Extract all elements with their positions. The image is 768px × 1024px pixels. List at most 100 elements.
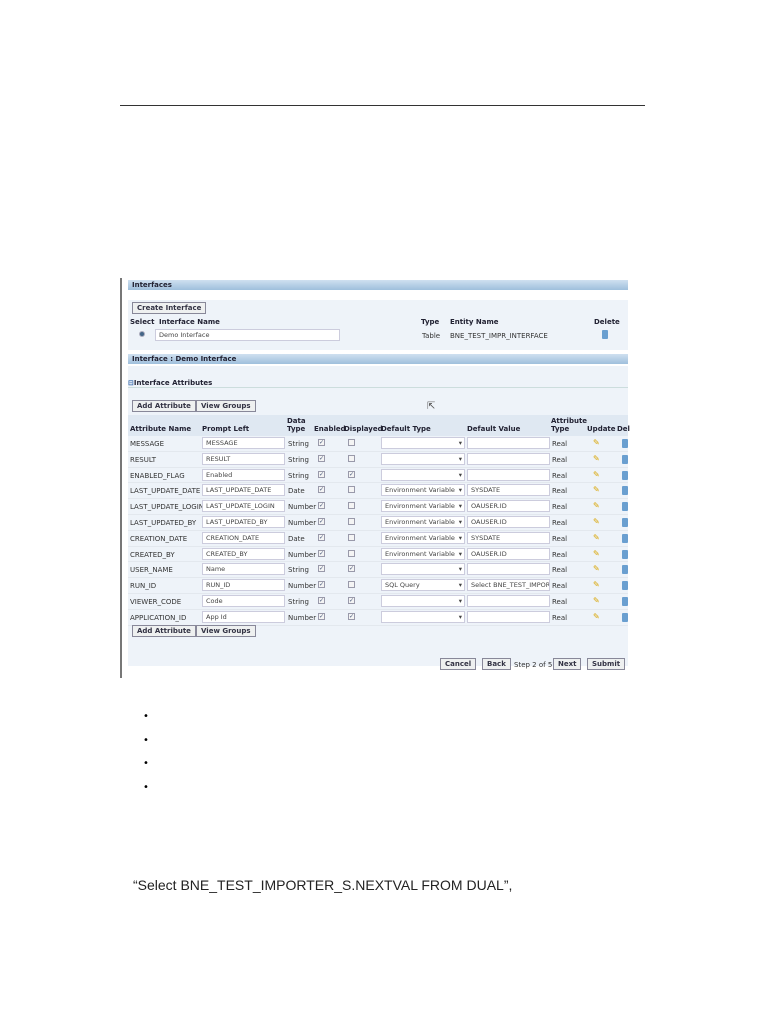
displayed-checkbox[interactable] <box>348 518 355 525</box>
delete-trash-icon[interactable] <box>622 486 628 496</box>
default-type-select[interactable]: ▾ <box>381 595 465 607</box>
enabled-checkbox[interactable]: ✓ <box>318 612 325 620</box>
delete-trash-icon[interactable] <box>622 597 628 606</box>
back-button[interactable]: Back <box>482 658 511 670</box>
step-indicator: Step 2 of 5 <box>514 661 553 669</box>
displayed-checkbox[interactable]: ✓ <box>348 612 355 620</box>
delete-trash-icon[interactable] <box>622 470 628 480</box>
update-pencil-icon[interactable]: ✎ <box>593 501 600 510</box>
default-value-input[interactable] <box>467 437 550 449</box>
enabled-checkbox[interactable]: ✓ <box>318 518 325 525</box>
enabled-checkbox[interactable]: ✓ <box>318 470 325 478</box>
prompt-left-input[interactable]: App Id <box>202 610 285 623</box>
update-pencil-icon[interactable]: ✎ <box>593 485 600 494</box>
prompt-left-input[interactable]: LAST_UPDATE_LOGIN <box>202 500 285 513</box>
default-type-select[interactable]: ▾ <box>381 437 465 449</box>
prompt-left-input[interactable]: Name <box>202 563 285 576</box>
displayed-checkbox[interactable]: ✓ <box>348 597 355 604</box>
default-type-select[interactable]: Environment Variable ▾ <box>381 547 465 560</box>
displayed-checkbox[interactable] <box>348 502 355 510</box>
delete-trash-icon[interactable] <box>622 581 628 591</box>
delete-trash-icon[interactable] <box>622 565 628 575</box>
next-button[interactable]: Next <box>553 658 582 670</box>
view-groups-button-bottom[interactable]: View Groups <box>196 625 256 637</box>
update-pencil-icon[interactable]: ✎ <box>593 549 600 558</box>
displayed-checkbox[interactable]: ✓ <box>348 565 355 573</box>
interface-attributes-section[interactable]: ⊟Interface Attributes <box>128 379 628 388</box>
bullet-2: • <box>143 735 149 746</box>
default-type-select[interactable]: ▾ <box>381 563 465 576</box>
add-attribute-button-bottom[interactable]: Add Attribute <box>132 625 196 637</box>
prompt-left-input[interactable]: RESULT <box>202 452 285 465</box>
update-pencil-icon[interactable]: ✎ <box>593 470 600 479</box>
default-value-input[interactable]: OAUSER.ID <box>467 547 550 560</box>
delete-trash-icon[interactable] <box>622 533 628 543</box>
enabled-checkbox[interactable]: ✓ <box>318 597 325 604</box>
prompt-left-input[interactable]: CREATION_DATE <box>202 531 285 544</box>
prompt-left-input[interactable]: LAST_UPDATE_DATE <box>202 484 285 497</box>
displayed-checkbox[interactable] <box>348 533 355 541</box>
prompt-left-input[interactable]: LAST_UPDATED_BY <box>202 516 285 528</box>
delete-trash-icon[interactable] <box>622 454 628 464</box>
displayed-checkbox[interactable] <box>348 581 355 589</box>
update-pencil-icon[interactable]: ✎ <box>593 596 600 605</box>
default-value-input[interactable] <box>467 452 550 465</box>
default-type-select[interactable]: Environment Variable ▾ <box>381 531 465 544</box>
select-radio[interactable] <box>139 331 145 337</box>
delete-trash-icon[interactable] <box>622 518 628 527</box>
enabled-checkbox[interactable]: ✓ <box>318 533 325 541</box>
update-pencil-icon[interactable]: ✎ <box>593 517 600 526</box>
enabled-checkbox[interactable]: ✓ <box>318 581 325 589</box>
default-value-input[interactable]: OAUSER.ID <box>467 516 550 528</box>
cancel-button[interactable]: Cancel <box>440 658 477 670</box>
add-attribute-button-top[interactable]: Add Attribute <box>132 400 196 412</box>
default-type-select[interactable]: Environment Variable ▾ <box>381 484 465 497</box>
delete-trash-icon[interactable] <box>622 439 628 448</box>
update-pencil-icon[interactable]: ✎ <box>593 533 600 542</box>
default-type-select[interactable]: SQL Query ▾ <box>381 579 465 592</box>
update-pencil-icon[interactable]: ✎ <box>593 580 600 589</box>
prompt-left-input[interactable]: Code <box>202 595 285 607</box>
default-type-select[interactable]: Environment Variable ▾ <box>381 516 465 528</box>
displayed-checkbox[interactable] <box>348 486 355 494</box>
displayed-checkbox[interactable] <box>348 549 355 557</box>
default-type-select[interactable]: ▾ <box>381 468 465 481</box>
col-default-value: Default Value <box>467 425 521 433</box>
submit-button[interactable]: Submit <box>587 658 626 670</box>
displayed-checkbox[interactable]: ✓ <box>348 470 355 478</box>
delete-trash-icon[interactable] <box>622 502 628 512</box>
default-value-input[interactable] <box>467 610 550 623</box>
default-value-input[interactable] <box>467 468 550 481</box>
default-type-select[interactable]: ▾ <box>381 452 465 465</box>
delete-interface-icon[interactable] <box>602 330 608 339</box>
enabled-checkbox[interactable]: ✓ <box>318 454 325 462</box>
interface-name-input[interactable]: Demo Interface <box>155 329 340 341</box>
update-pencil-icon[interactable]: ✎ <box>593 564 600 573</box>
default-value-input[interactable]: SYSDATE <box>467 531 550 544</box>
default-value-input[interactable] <box>467 595 550 607</box>
displayed-checkbox[interactable] <box>348 454 355 462</box>
default-type-select[interactable]: ▾ <box>381 610 465 623</box>
delete-trash-icon[interactable] <box>622 612 628 622</box>
prompt-left-input[interactable]: RUN_ID <box>202 579 285 592</box>
displayed-checkbox[interactable] <box>348 439 355 446</box>
default-value-input[interactable]: OAUSER.ID <box>467 500 550 513</box>
enabled-checkbox[interactable]: ✓ <box>318 439 325 446</box>
view-groups-button-top[interactable]: View Groups <box>196 400 256 412</box>
enabled-checkbox[interactable]: ✓ <box>318 565 325 573</box>
default-value-input[interactable] <box>467 563 550 576</box>
prompt-left-input[interactable]: CREATED_BY <box>202 547 285 560</box>
update-pencil-icon[interactable]: ✎ <box>593 454 600 463</box>
delete-trash-icon[interactable] <box>622 549 628 559</box>
enabled-checkbox[interactable]: ✓ <box>318 502 325 510</box>
prompt-left-input[interactable]: Enabled <box>202 468 285 481</box>
default-value-input[interactable]: SYSDATE <box>467 484 550 497</box>
prompt-left-input[interactable]: MESSAGE <box>202 437 285 449</box>
update-pencil-icon[interactable]: ✎ <box>593 612 600 621</box>
enabled-checkbox[interactable]: ✓ <box>318 549 325 557</box>
default-type-select[interactable]: Environment Variable ▾ <box>381 500 465 513</box>
update-pencil-icon[interactable]: ✎ <box>593 438 600 447</box>
create-interface-button[interactable]: Create Interface <box>132 302 207 314</box>
default-value-input[interactable]: Select BNE_TEST_IMPOR <box>467 579 550 592</box>
enabled-checkbox[interactable]: ✓ <box>318 486 325 494</box>
